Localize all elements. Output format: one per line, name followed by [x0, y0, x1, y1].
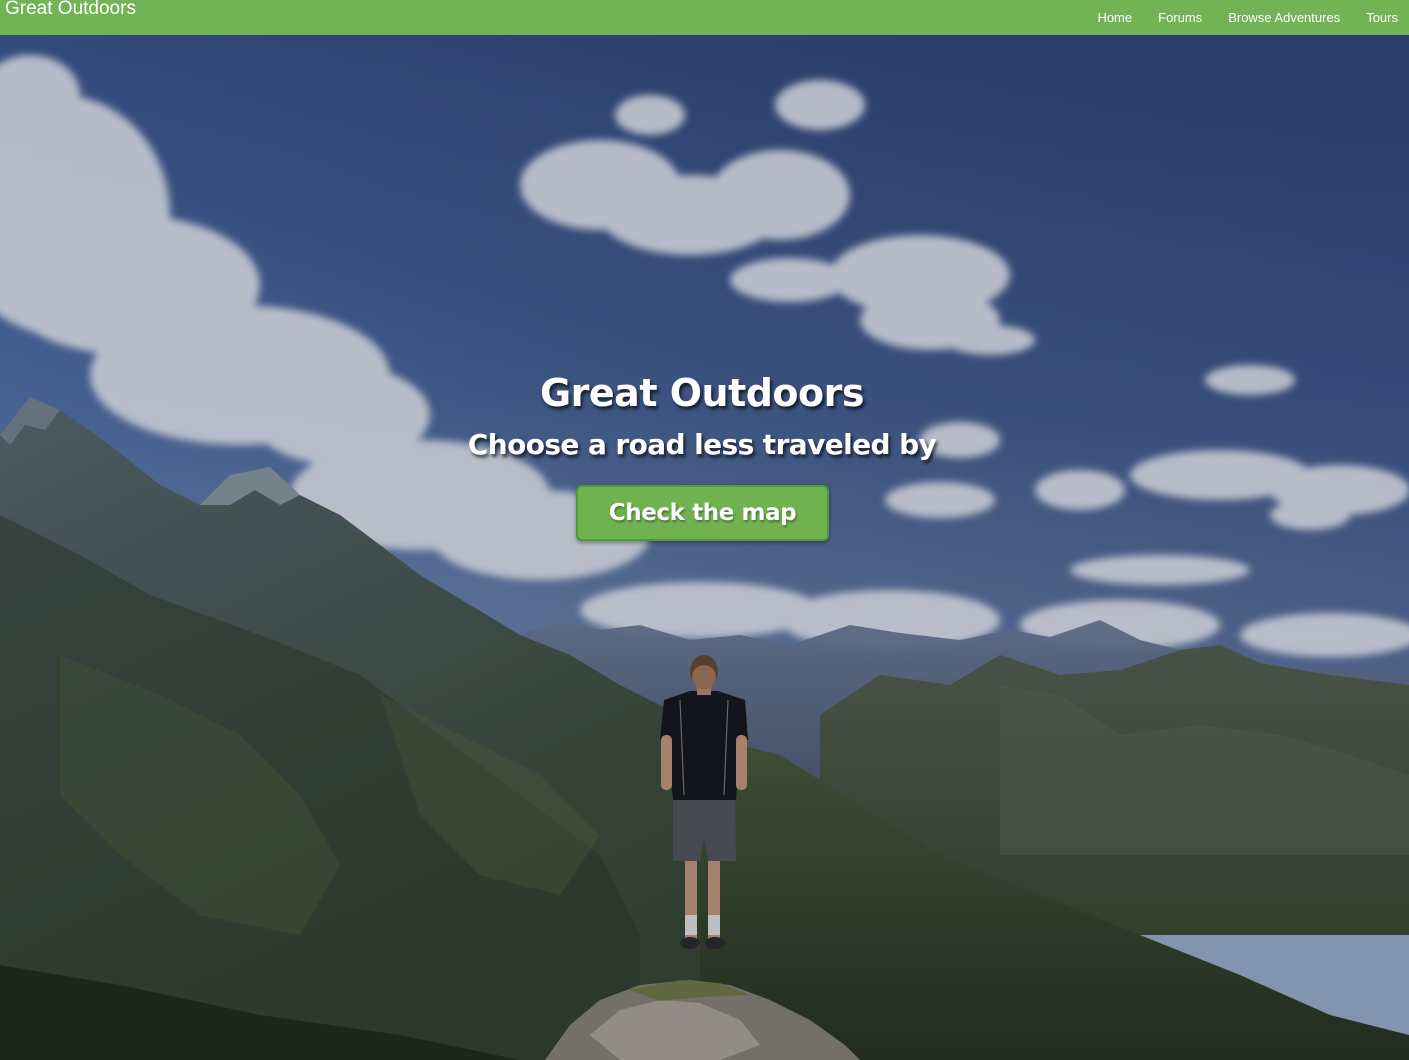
check-the-map-button[interactable]: Check the map [576, 485, 829, 541]
page: Great Outdoors Home Forums Browse Advent… [0, 0, 1409, 1060]
nav-link-tours[interactable]: Tours [1351, 4, 1409, 32]
hero-background-image [0, 35, 1409, 1060]
hero-title: Great Outdoors [539, 371, 865, 415]
nav-link-forums[interactable]: Forums [1143, 4, 1213, 32]
navbar: Great Outdoors Home Forums Browse Advent… [0, 0, 1409, 35]
nav-link-home[interactable]: Home [1082, 4, 1143, 32]
brand-link[interactable]: Great Outdoors [5, 0, 136, 20]
hero-subtitle: Choose a road less traveled by [467, 428, 937, 461]
nav-link-browse-adventures[interactable]: Browse Adventures [1213, 4, 1351, 32]
hero-section: Great Outdoors Choose a road less travel… [0, 35, 1409, 1060]
nav-links: Home Forums Browse Adventures Tours [1082, 0, 1409, 35]
